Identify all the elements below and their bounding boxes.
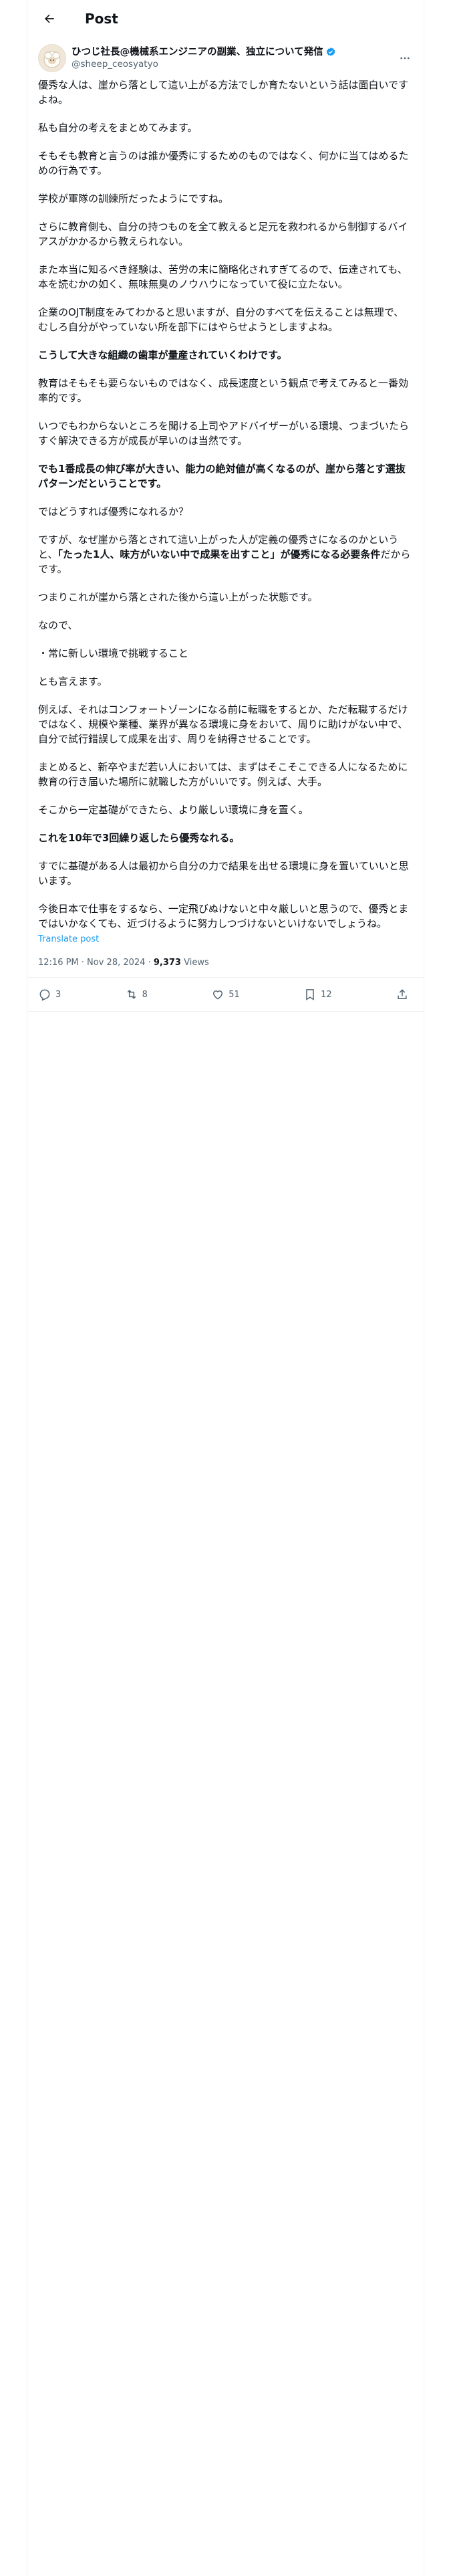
post-paragraph: さらに教育側も、自分の持つものを全て教えると足元を救われるから制御するバイアスが… <box>38 221 408 247</box>
like-button[interactable]: 51 <box>211 988 240 1001</box>
author-name[interactable]: ひつじ社長@機械系エンジニアの副業、独立について発信 <box>71 46 323 58</box>
bookmark-count: 12 <box>321 989 332 1000</box>
repost-button[interactable]: 8 <box>125 988 148 1001</box>
page-title: Post <box>85 11 118 27</box>
post-paragraph: 教育はそもそも要らないものではなく、成長速度という観点で考えてみると一番効率的で… <box>38 377 408 404</box>
post-paragraph: いつでもわからないところを聞ける上司やアドバイザーがいる環境、つまづいたらすぐ解… <box>38 420 410 447</box>
post-paragraph: 私も自分の考えをまとめてみます。 <box>38 122 198 134</box>
avatar[interactable] <box>38 44 66 72</box>
bold-run: 「たった1人、味方がいない中で成果を出すこと」が優秀になる必要条件 <box>57 548 381 560</box>
post-paragraph: すでに基礎がある人は最初から自分の力で結果を出せる環境に身を置いていいと思います… <box>38 860 409 887</box>
post-meta: 12:16 PM · Nov 28, 2024 · 9,373 Views <box>27 947 424 978</box>
post-paragraph: なので、 <box>38 619 78 631</box>
reply-icon <box>39 989 50 1001</box>
top-bar: Post <box>27 0 424 37</box>
views-count: 9,373 <box>153 958 181 968</box>
more-dots-icon <box>400 57 410 60</box>
post-text: 優秀な人は、崖から落として這い上がる方法でしか育たないという話は面白いですよね。… <box>27 72 424 947</box>
post-paragraph: ではどうすれば優秀になれるか？ <box>38 506 189 518</box>
post-timestamp[interactable]: 12:16 PM · Nov 28, 2024 · <box>38 958 154 968</box>
views-label: Views <box>180 958 209 968</box>
heart-icon <box>213 990 223 1000</box>
post-paragraph: ・常に新しい環境で挑戦すること <box>38 647 189 659</box>
bookmark-button[interactable]: 12 <box>303 988 332 1001</box>
post-paragraph-bold: こうして大きな組織の歯車が量産されていくわけです。 <box>38 349 287 361</box>
repost-count: 8 <box>142 989 148 1000</box>
post-paragraph: 企業のOJT制度をみてわかると思いますが、自分のすべてを伝えることは無理で、むし… <box>38 306 404 333</box>
back-button[interactable] <box>38 7 61 30</box>
verified-badge-icon <box>326 47 335 56</box>
share-button[interactable] <box>396 988 413 1001</box>
sheep-icon <box>43 51 61 68</box>
post-paragraph: つまりこれが崖から落とされた後から這い上がった状態です。 <box>38 591 318 603</box>
author-name-row[interactable]: ひつじ社長@機械系エンジニアの副業、独立について発信 <box>71 46 336 58</box>
post-paragraph: そこから一定基礎ができたら、より厳しい環境に身を置く。 <box>38 804 309 816</box>
more-options-button[interactable] <box>397 50 413 66</box>
back-arrow-icon <box>45 14 54 23</box>
post-paragraph: そもそも教育と言うのは誰か優秀にするためのものではなく、何かに当てはめるための行… <box>38 150 409 177</box>
post-paragraph-mixed: ですが、なぜ崖から落とされて這い上がった人が定義の優秀さになるのかというと、「た… <box>38 532 413 576</box>
author-handle[interactable]: @sheep_ceosyatyo <box>71 58 336 70</box>
bookmark-icon <box>306 989 314 1000</box>
author-row: ひつじ社長@機械系エンジニアの副業、独立について発信 @sheep_ceosya… <box>27 37 424 72</box>
reply-button[interactable]: 3 <box>38 988 61 1001</box>
like-count: 51 <box>229 989 240 1000</box>
reply-count: 3 <box>55 989 61 1000</box>
action-bar: 3 8 51 12 <box>27 978 424 1012</box>
post-column: Post ひつじ社長@機械系エンジニアの副業、独立について発信 @sheep_c… <box>27 0 424 2576</box>
post-paragraph: まとめると、新卒やまだ若い人においては、まずはそこそこできる人になるために教育の… <box>38 761 408 788</box>
post-paragraph: 例えば、それはコンフォートゾーンになる前に転職をするとか、ただ転職するだけではな… <box>38 704 408 745</box>
post-paragraph: また本当に知るべき経験は、苦労の末に簡略化されすぎてるので、伝達されても、本を読… <box>38 263 408 290</box>
post-paragraph: 学校が軍隊の訓練所だったようにですね。 <box>38 193 229 205</box>
post-paragraph: とも言えます。 <box>38 675 108 687</box>
share-icon <box>398 989 407 999</box>
post-paragraph-bold: これを10年で3回繰り返したら優秀なれる。 <box>38 832 240 844</box>
repost-icon <box>127 990 136 999</box>
post-paragraph: 今後日本で仕事をするなら、一定飛びぬけないと中々厳しいと思うので、優秀とまではい… <box>38 903 409 930</box>
author-info: ひつじ社長@機械系エンジニアの副業、独立について発信 @sheep_ceosya… <box>71 46 336 70</box>
post-paragraph-bold: でも1番成長の伸び率が大きい、能力の絶対値が高くなるのが、崖から落とす選抜パター… <box>38 463 406 490</box>
post-paragraph: 優秀な人は、崖から落として這い上がる方法でしか育たないという話は面白いですよね。 <box>38 79 409 106</box>
translate-post-link[interactable]: Translate post <box>38 932 413 947</box>
